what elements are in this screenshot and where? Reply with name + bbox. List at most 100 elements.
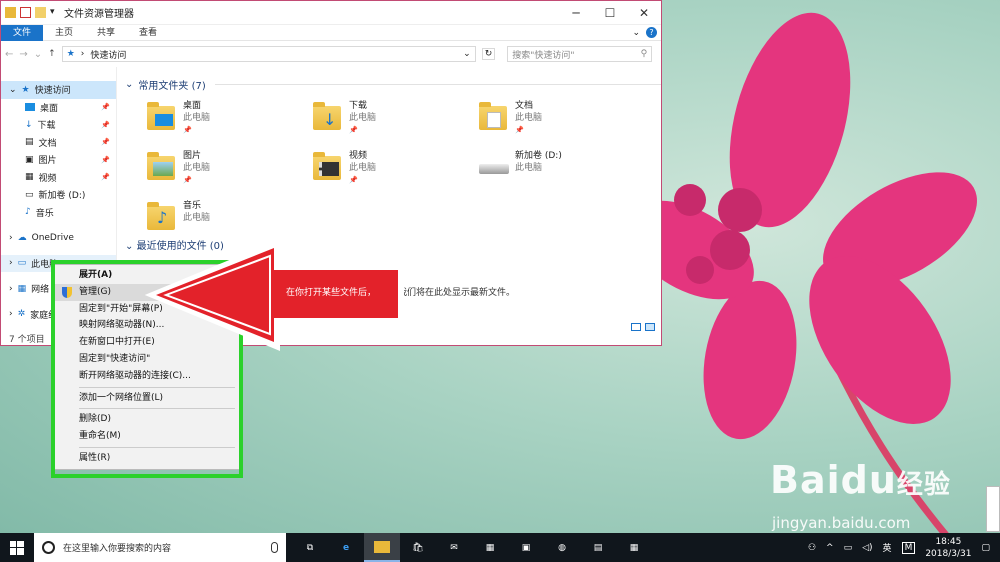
input-method-icon[interactable]: M [901, 541, 916, 554]
sidebar-item-label: 桌面 [40, 103, 59, 114]
tab-home[interactable]: 主页 [43, 25, 85, 41]
search-input[interactable]: 搜索"快速访问" ⚲ [507, 46, 653, 62]
tile-location: 此电脑 [183, 213, 211, 223]
tile-pictures[interactable]: 图片 此电脑 📌 [147, 150, 313, 188]
dropdown-icon[interactable]: ⌄ [463, 49, 471, 59]
sidebar-item-downloads[interactable]: ↓ 下载 📌 [1, 116, 116, 134]
mail-icon[interactable]: ✉ [436, 533, 472, 562]
search-placeholder: 搜索"快速访问" [512, 50, 575, 61]
tab-file[interactable]: 文件 [1, 24, 44, 41]
expand-ribbon-icon[interactable]: ⌄ [632, 28, 640, 38]
sidebar-item-pictures[interactable]: ▣ 图片 📌 [1, 151, 116, 169]
volume-icon[interactable]: ◁) [862, 543, 872, 553]
paint-icon[interactable]: ◍ [544, 533, 580, 562]
sidebar-item-onedrive[interactable]: › ☁ OneDrive [1, 229, 116, 247]
new-folder-icon[interactable] [35, 7, 46, 18]
tile-location: 此电脑 [349, 163, 377, 173]
sidebar-item-quick-access[interactable]: ⌄ ★ 快速访问 [1, 81, 116, 99]
watermark-brand: Bai [770, 458, 841, 502]
path-box[interactable]: ★ › 快速访问 ⌄ [61, 46, 476, 62]
desktop-folder-icon [147, 100, 177, 134]
calculator-icon[interactable]: ▦ [616, 533, 652, 562]
section-title: 最近使用的文件 (0) [136, 241, 224, 252]
sidebar-item-drive-d[interactable]: ▭ 新加卷 (D:) [1, 186, 116, 204]
up-arrow-icon[interactable]: ↑ [48, 49, 56, 59]
close-button[interactable]: ✕ [627, 1, 661, 25]
microphone-icon[interactable] [271, 542, 278, 553]
music-folder-icon: ♪ [147, 200, 177, 234]
forward-arrow-icon[interactable]: → [19, 49, 27, 60]
search-icon: ⚲ [640, 49, 648, 59]
homegroup-icon: ✲ [17, 309, 26, 320]
chevron-down-icon[interactable]: ▾ [50, 7, 56, 18]
ribbon: 文件 主页 共享 查看 ⌄ ? [1, 24, 661, 41]
back-arrow-icon[interactable]: ← [5, 49, 13, 60]
clock[interactable]: 18:45 2018/3/31 [925, 536, 971, 560]
app-icon[interactable]: ▣ [508, 533, 544, 562]
tile-name: 图片 [183, 151, 202, 161]
expand-icon[interactable]: › [9, 309, 13, 319]
expand-icon[interactable]: › [9, 284, 13, 294]
sidebar-item-music[interactable]: ♪ 音乐 [1, 204, 116, 222]
sidebar-item-desktop[interactable]: 桌面 📌 [1, 99, 116, 117]
tab-share[interactable]: 共享 [85, 25, 127, 41]
sidebar-item-videos[interactable]: ▦ 视频 📌 [1, 169, 116, 187]
tile-desktop[interactable]: 桌面 此电脑 📌 [147, 100, 313, 138]
expand-icon[interactable]: ⌄ [9, 85, 17, 95]
annotation-text: 在你打开某些文件后， [286, 288, 377, 298]
store-icon[interactable]: 🛍 [400, 533, 436, 562]
recent-files-header[interactable]: ⌄ 最近使用的文件 (0) [125, 237, 653, 252]
tab-view[interactable]: 查看 [127, 25, 169, 41]
quick-access-toolbar: ▾ [1, 7, 56, 18]
network-icon: ▦ [17, 283, 27, 294]
highlight-box [51, 260, 243, 478]
taskbar-search-input[interactable]: 在这里输入你要搜索的内容 [34, 533, 286, 562]
tile-name: 新加卷 (D:) [515, 151, 562, 161]
desktop-icon [25, 103, 35, 112]
sidebar-item-label: 视频 [38, 173, 57, 184]
pin-icon: 📌 [101, 173, 110, 182]
collapse-icon: ⌄ [125, 79, 134, 90]
date: 2018/3/31 [925, 548, 972, 559]
paw-icon: du [840, 458, 897, 502]
tile-videos[interactable]: 视频 此电脑 📌 [313, 150, 479, 188]
calendar-icon[interactable]: ▤ [580, 533, 616, 562]
star-icon: ★ [21, 84, 30, 95]
sidebar-item-label: 新加卷 (D:) [38, 191, 86, 202]
ime-indicator[interactable]: 英 [883, 541, 892, 554]
view-toggle [631, 323, 655, 331]
recent-empty-message: 我们将在此处显示最新文件。 [398, 288, 516, 298]
recent-locations-icon[interactable]: ⌄ [34, 49, 42, 60]
sidebar-item-documents[interactable]: ▤ 文档 📌 [1, 134, 116, 152]
sidebar-item-label: 下载 [37, 121, 56, 132]
drive-icon [479, 150, 509, 184]
people-icon[interactable]: ⚇ [808, 543, 816, 553]
folder-icon[interactable] [5, 7, 16, 18]
minimize-button[interactable]: ─ [559, 1, 593, 25]
refresh-icon[interactable]: ↻ [481, 48, 496, 60]
path-text: 快速访问 [90, 50, 127, 61]
task-view-icon[interactable]: ⧉ [292, 533, 328, 562]
pin-icon: 📌 [515, 126, 524, 134]
edge-icon[interactable]: e [328, 533, 364, 562]
network-app-icon[interactable]: ▦ [472, 533, 508, 562]
maximize-button[interactable]: ☐ [593, 1, 627, 25]
properties-icon[interactable] [20, 7, 31, 18]
details-view-icon[interactable] [631, 323, 641, 331]
expand-icon[interactable]: › [9, 233, 13, 243]
tile-drive-d[interactable]: 新加卷 (D:) 此电脑 [479, 150, 645, 188]
frequent-folders-header[interactable]: ⌄ 常用文件夹 (7) [125, 77, 661, 92]
sidebar-item-label: 图片 [38, 156, 57, 167]
tile-downloads[interactable]: ↓ 下载 此电脑 📌 [313, 100, 479, 138]
file-explorer-icon[interactable] [364, 533, 400, 562]
tile-music[interactable]: ♪ 音乐 此电脑 [147, 200, 313, 238]
tile-documents[interactable]: 文档 此电脑 📌 [479, 100, 645, 138]
start-button[interactable] [0, 540, 34, 555]
expand-icon[interactable]: › [9, 258, 13, 268]
help-icon[interactable]: ? [646, 27, 657, 38]
show-hidden-icons-icon[interactable]: ^ [826, 543, 834, 553]
network-status-icon[interactable]: ▭ [844, 543, 853, 553]
notifications-icon[interactable]: ▢ [981, 543, 990, 553]
large-icons-view-icon[interactable] [645, 323, 655, 331]
time: 18:45 [935, 536, 962, 547]
